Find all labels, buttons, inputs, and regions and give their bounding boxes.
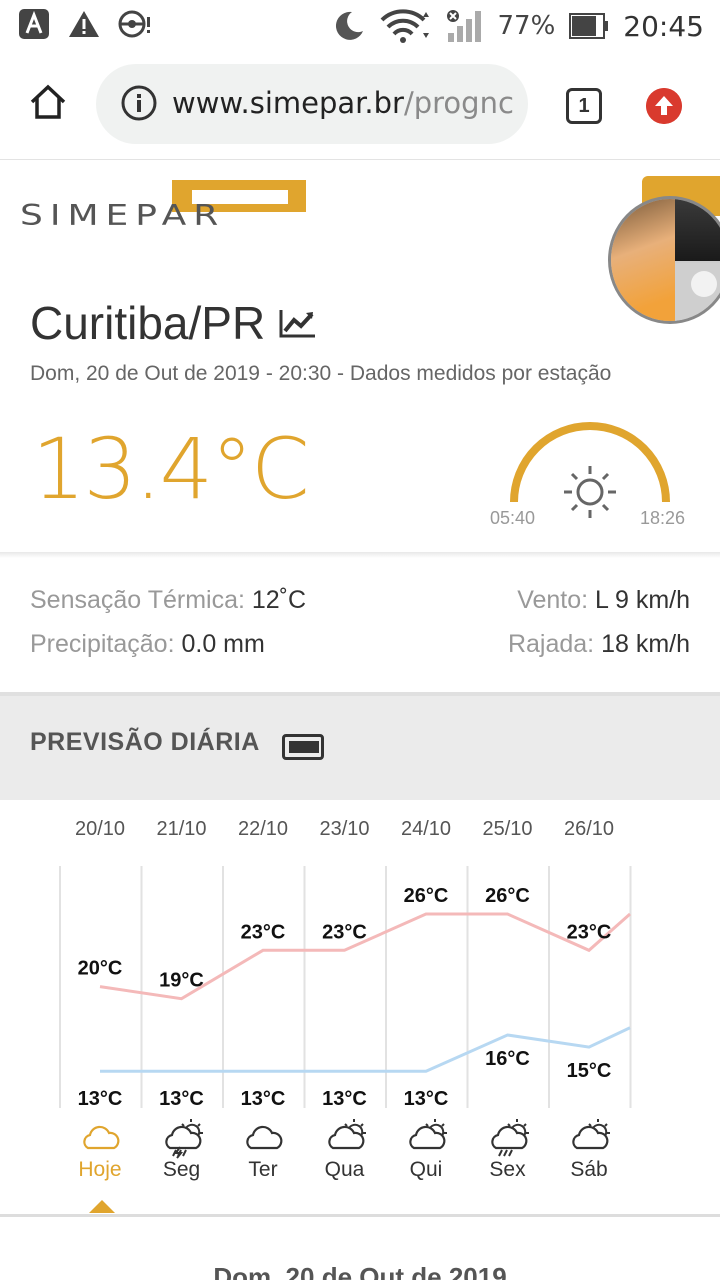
info-icon[interactable] <box>120 84 158 122</box>
avatar[interactable] <box>608 196 720 324</box>
browser-toolbar: www.simepar.br/prognc 1 <box>0 52 720 160</box>
gust: Rajada: 18 km/h <box>508 630 690 659</box>
forecast-date: 21/10 <box>156 818 207 840</box>
day-name[interactable]: Sáb <box>549 1158 629 1182</box>
tab-switcher-button[interactable]: 1 <box>566 88 602 124</box>
forecast-date: 26/10 <box>563 818 615 840</box>
cloud-icon[interactable] <box>241 1116 285 1156</box>
precip-value: 0.0 mm <box>181 630 265 658</box>
wind-label: Vento: <box>517 586 589 614</box>
wind-value: L 9 km/h <box>595 586 690 614</box>
logo-text: SIMEPAR <box>20 198 225 232</box>
forecast-date: 23/10 <box>319 818 370 840</box>
min-temp-label: 13°C <box>78 1088 123 1110</box>
rotate-phone-icon[interactable] <box>282 734 324 760</box>
precipitation: Precipitação: 0.0 mm <box>30 630 265 659</box>
update-icon[interactable] <box>646 88 682 124</box>
sun-cloud-icon[interactable] <box>567 1116 611 1156</box>
min-temp-label: 13°C <box>241 1088 286 1110</box>
forecast-date: 24/10 <box>400 818 452 840</box>
current-temperature: 13.4°C <box>32 420 310 518</box>
simepar-logo[interactable]: SIMEPAR <box>20 180 310 240</box>
wifi-icon <box>380 9 429 43</box>
observation-subtitle: Dom, 20 de Out de 2019 - 20:30 - Dados m… <box>30 362 612 385</box>
min-temp-label: 16°C <box>485 1048 530 1070</box>
moon-icon <box>335 11 363 40</box>
max-temp-label: 26°C <box>404 885 449 907</box>
sun-cloud-icon[interactable] <box>404 1116 448 1156</box>
max-temp-label: 20°C <box>78 958 123 980</box>
divider <box>0 1214 720 1217</box>
sunrise-time: 05:40 <box>490 508 536 528</box>
day-name[interactable]: Hoje <box>60 1158 140 1182</box>
selected-day-date: Dom, 20 de Out de 2019 <box>213 1262 507 1280</box>
forecast-date: 25/10 <box>482 818 533 840</box>
min-temp-label: 13°C <box>404 1088 449 1110</box>
forecast-date: 22/10 <box>237 818 289 840</box>
divider <box>0 552 720 558</box>
url-host: www.simepar.br <box>172 86 404 120</box>
app-icon <box>19 9 49 39</box>
day-name[interactable]: Seg <box>142 1158 222 1182</box>
min-temp-label: 13°C <box>322 1088 367 1110</box>
forecast-chart: 20°C 13°C 19°C 13°C 23°C 13°C 23°C 13°C 26°C 13°C… <box>59 866 632 1110</box>
city-title: Curitiba/PR <box>30 296 317 350</box>
sunset-time: 18:26 <box>640 508 686 528</box>
forecast-date: 20/10 <box>74 818 126 840</box>
clock: 20:45 <box>623 9 704 43</box>
signal-icon <box>446 10 481 42</box>
status-bar: 77% 20:45 <box>0 0 720 52</box>
feels-like: Sensação Térmica: 12˚C <box>30 586 306 615</box>
min-temp-label: 13°C <box>159 1088 204 1110</box>
day-name[interactable]: Sex <box>468 1158 548 1182</box>
min-temp-label: 15°C <box>567 1060 612 1082</box>
rain-sun-icon[interactable] <box>486 1116 530 1157</box>
active-day-marker <box>89 1200 115 1213</box>
day-name[interactable]: Qui <box>386 1158 466 1182</box>
max-temp-label: 23°C <box>322 921 367 943</box>
cloud-icon[interactable] <box>78 1116 122 1156</box>
storm-sun-icon[interactable] <box>160 1116 204 1159</box>
url-path: /prognc <box>403 86 514 120</box>
gust-value: 18 km/h <box>601 630 690 658</box>
precip-label: Precipitação: <box>30 630 175 658</box>
gust-label: Rajada: <box>507 630 595 658</box>
city-name: Curitiba/PR <box>30 297 266 349</box>
battery-percent: 77% <box>497 11 556 41</box>
url-bar[interactable]: www.simepar.br/prognc <box>96 64 528 144</box>
max-temp-label: 23°C <box>241 921 286 943</box>
forecast-header: PREVISÃO DIÁRIA <box>0 696 720 800</box>
max-temp-label: 23°C <box>567 921 612 943</box>
wind: Vento: L 9 km/h <box>517 586 690 615</box>
feels-like-label: Sensação Térmica: <box>30 586 245 614</box>
day-name[interactable]: Ter <box>223 1158 303 1182</box>
sun-icon <box>564 466 616 518</box>
day-name[interactable]: Qua <box>305 1158 385 1182</box>
max-temp-label: 26°C <box>485 885 530 907</box>
max-temp-label: 19°C <box>159 970 204 992</box>
warning-icon <box>69 11 99 37</box>
trend-chart-icon[interactable] <box>277 306 317 340</box>
sun-cloud-icon[interactable] <box>323 1116 367 1156</box>
url-text[interactable]: www.simepar.br/prognc <box>172 86 514 120</box>
min-temp-line <box>100 1026 631 1073</box>
feels-like-value: 12˚C <box>251 586 307 614</box>
pokemon-go-icon <box>118 10 150 38</box>
home-icon[interactable] <box>28 82 68 122</box>
battery-icon <box>569 13 609 39</box>
forecast-title: PREVISÃO DIÁRIA <box>30 728 260 756</box>
